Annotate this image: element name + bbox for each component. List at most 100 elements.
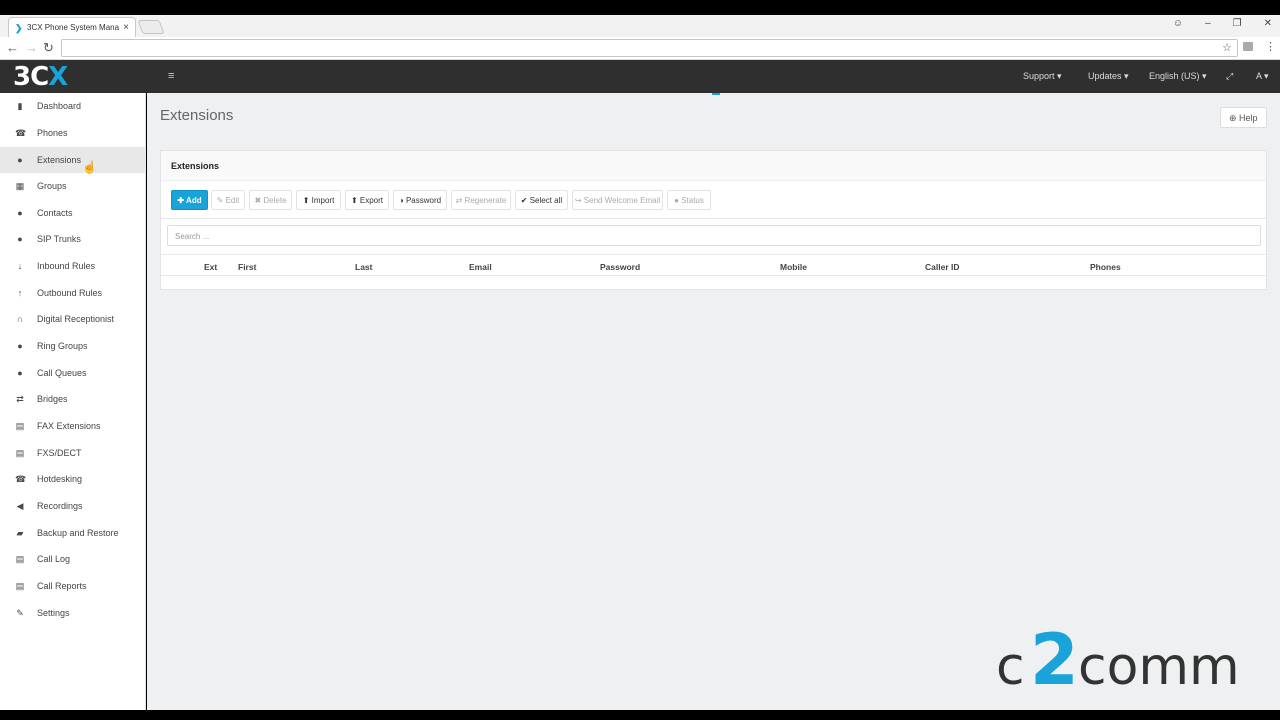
sidebar-item-label: Ring Groups: [37, 341, 88, 351]
sidebar-item-label: Settings: [37, 608, 70, 618]
users-icon: ●: [17, 368, 23, 378]
c2comm-watermark-logo: c 2 comm: [996, 626, 1240, 690]
sidebar-item-extensions[interactable]: ● Extensions: [0, 147, 146, 173]
forward-icon[interactable]: →: [25, 40, 38, 56]
sidebar-item-label: Recordings: [37, 501, 83, 511]
report-icon: ▤: [15, 581, 25, 591]
wrench-icon: ✎: [16, 608, 24, 618]
column-header-phones[interactable]: Phones: [1090, 262, 1121, 272]
sidebar-item-label: Inbound Rules: [37, 261, 96, 271]
user-menu[interactable]: A ▾: [1256, 71, 1269, 82]
sidebar-item-call-log[interactable]: ▤ Call Log: [0, 546, 146, 572]
sidebar-item-contacts[interactable]: ● Contacts: [0, 200, 146, 226]
column-header-email[interactable]: Email: [469, 262, 492, 272]
help-button[interactable]: ⊕ Help: [1220, 107, 1267, 128]
sidebar-item-label: Phones: [37, 128, 68, 138]
sidebar-item-bridges[interactable]: ⇄ Bridges: [0, 386, 146, 412]
support-menu[interactable]: Support ▾: [1023, 71, 1062, 82]
select-all-button[interactable]: ✔ Select all: [515, 190, 568, 210]
sidebar-item-recordings[interactable]: ◀ Recordings: [0, 493, 146, 519]
browser-menu-icon[interactable]: ⋮: [1265, 40, 1276, 53]
sidebar-item-outbound-rules[interactable]: ↑ Outbound Rules: [0, 280, 146, 306]
column-header-caller-id[interactable]: Caller ID: [925, 262, 960, 272]
sidebar-item-hotdesking[interactable]: ☎ Hotdesking: [0, 466, 146, 492]
back-icon[interactable]: ←: [6, 40, 19, 56]
fax-icon: ▤: [15, 421, 25, 431]
bookmark-star-icon[interactable]: ☆: [1222, 41, 1232, 54]
panel-title: Extensions: [171, 161, 220, 171]
column-header-last[interactable]: Last: [355, 262, 372, 272]
sidebar-item-label: Hotdesking: [37, 474, 83, 484]
panel-header: Extensions: [161, 151, 1266, 181]
sidebar-item-label: Extensions: [37, 155, 82, 165]
regenerate-button[interactable]: ⇄ Regenerate: [451, 190, 511, 210]
address-bar[interactable]: ☆: [61, 39, 1238, 57]
browser-tabstrip: ❯ 3CX Phone System Mana × ☺ – ❐ ✕: [0, 15, 1280, 37]
folder-icon: ▰: [16, 528, 24, 538]
loading-indicator: [712, 93, 720, 95]
sidebar-item-backup-and-restore[interactable]: ▰ Backup and Restore: [0, 520, 146, 546]
sidebar-item-settings[interactable]: ✎ Settings: [0, 600, 146, 626]
sidebar-item-digital-receptionist[interactable]: ∩ Digital Receptionist: [0, 306, 146, 332]
column-header-ext[interactable]: Ext: [204, 262, 217, 272]
table-header: Ext First Last Email Password Mobile Cal…: [161, 254, 1266, 276]
sidebar-item-phones[interactable]: ☎ Phones: [0, 120, 146, 146]
sidebar-item-groups[interactable]: ▦ Groups: [0, 173, 146, 199]
window-controls: ☺ – ❐ ✕: [1173, 18, 1272, 29]
sidebar-item-label: Backup and Restore: [37, 528, 119, 538]
password-button[interactable]: ◑ Password: [393, 190, 447, 210]
browser-toolbar: ← → ↻ ☆ ⋮: [0, 37, 1280, 60]
3cx-logo[interactable]: 3CX: [13, 62, 68, 92]
export-button[interactable]: ⬆ Export: [345, 190, 389, 210]
minimize-icon[interactable]: –: [1205, 18, 1211, 29]
sidebar-item-label: Call Queues: [37, 368, 87, 378]
extension-icon[interactable]: [1243, 42, 1253, 51]
main-content: Extensions ⊕ Help Extensions ✚ Add ✎ Edi…: [147, 93, 1280, 710]
headset-icon: ∩: [16, 314, 24, 324]
sidebar-item-label: SIP Trunks: [37, 234, 81, 244]
sidebar-item-label: Contacts: [37, 208, 73, 218]
arrow-down-icon: ↓: [17, 261, 23, 271]
sidebar-item-fxs-dect[interactable]: ▤ FXS/DECT: [0, 440, 146, 466]
sidebar-item-inbound-rules[interactable]: ↓ Inbound Rules: [0, 253, 146, 279]
send-welcome-email-button[interactable]: ↪ Send Welcome Email: [572, 190, 663, 210]
sidebar-item-dashboard[interactable]: ▮ Dashboard: [0, 93, 146, 119]
sidebar-item-sip-trunks[interactable]: ● SIP Trunks: [0, 226, 146, 252]
exchange-icon: ⇄: [16, 394, 24, 404]
tab-title: 3CX Phone System Mana: [27, 23, 120, 32]
hamburger-menu-icon[interactable]: ≡: [168, 70, 174, 82]
status-button[interactable]: ● Status: [667, 190, 711, 210]
column-header-mobile[interactable]: Mobile: [780, 262, 807, 272]
sidebar-item-label: FAX Extensions: [37, 421, 101, 431]
column-header-first[interactable]: First: [238, 262, 256, 272]
sidebar-item-fax-extensions[interactable]: ▤ FAX Extensions: [0, 413, 146, 439]
sidebar-item-label: Groups: [37, 181, 67, 191]
sidebar-item-ring-groups[interactable]: ● Ring Groups: [0, 333, 146, 359]
close-tab-icon[interactable]: ×: [123, 22, 129, 33]
reload-icon[interactable]: ↻: [43, 40, 54, 56]
edit-button[interactable]: ✎ Edit: [211, 190, 245, 210]
letterbox-bottom: [0, 710, 1280, 720]
sidebar-item-label: Call Log: [37, 554, 71, 564]
arrow-up-icon: ↑: [17, 288, 23, 298]
browser-tab[interactable]: ❯ 3CX Phone System Mana ×: [8, 17, 136, 37]
updates-menu[interactable]: Updates ▾: [1088, 71, 1129, 82]
grid-icon: ▦: [15, 181, 25, 191]
sidebar-item-call-queues[interactable]: ● Call Queues: [0, 360, 146, 386]
profile-icon[interactable]: ☺: [1173, 18, 1183, 29]
list-icon: ▤: [15, 554, 25, 564]
phone-icon: ☎: [15, 128, 27, 138]
add-button[interactable]: ✚ Add: [171, 190, 208, 210]
sidebar-item-call-reports[interactable]: ▤ Call Reports: [0, 573, 146, 599]
extensions-panel: Extensions ✚ Add ✎ Edit ✖ Delete ⬆ Impor…: [160, 150, 1267, 290]
language-menu[interactable]: English (US) ▾: [1149, 71, 1207, 82]
close-window-icon[interactable]: ✕: [1264, 18, 1272, 29]
restore-icon[interactable]: ❐: [1233, 18, 1242, 29]
column-header-password[interactable]: Password: [600, 262, 640, 272]
new-tab-button[interactable]: [137, 20, 165, 34]
import-button[interactable]: ⬆ Import: [296, 190, 341, 210]
delete-button[interactable]: ✖ Delete: [249, 190, 292, 210]
sidebar-item-label: Call Reports: [37, 581, 87, 591]
search-input[interactable]: Search ...: [167, 225, 1261, 246]
fullscreen-icon[interactable]: ⤢: [1226, 71, 1233, 82]
